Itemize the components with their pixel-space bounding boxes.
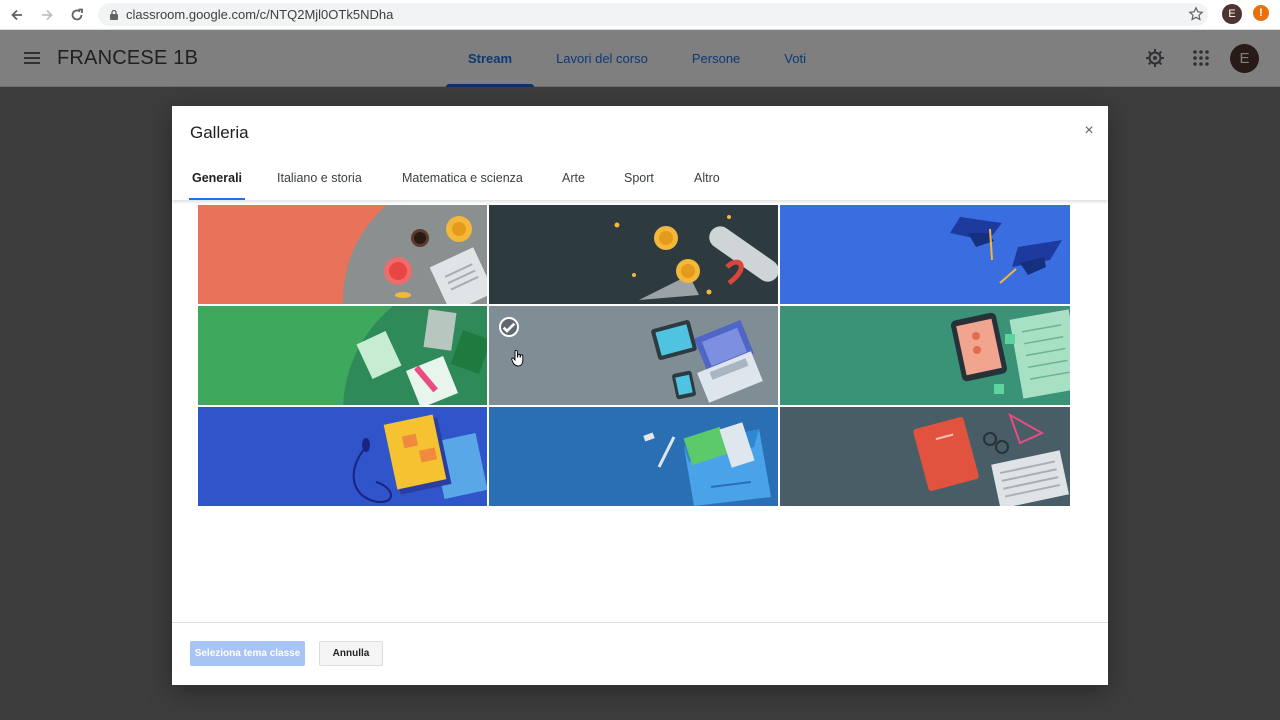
back-icon[interactable] bbox=[4, 2, 30, 28]
tab-arte[interactable]: Arte bbox=[562, 156, 585, 200]
hand-cursor-icon bbox=[511, 349, 524, 367]
select-theme-button[interactable]: Seleziona tema classe bbox=[190, 641, 305, 666]
theme-tile-diploma-and-coins[interactable] bbox=[489, 205, 778, 304]
reload-icon[interactable] bbox=[64, 2, 90, 28]
tea-and-books-illustration bbox=[343, 205, 487, 304]
address-bar[interactable]: classroom.google.com/c/NTQ2Mjl0OTk5NDha bbox=[98, 3, 1208, 26]
lock-icon bbox=[110, 9, 118, 20]
notebooks-green-illustration bbox=[343, 306, 487, 405]
close-icon[interactable]: × bbox=[1080, 122, 1098, 140]
gallery-tabs: Generali Italiano e storia Matematica e … bbox=[172, 156, 1108, 200]
footer-divider bbox=[172, 622, 1108, 623]
bookmark-star-icon[interactable] bbox=[1188, 6, 1204, 22]
phone-and-papers-illustration bbox=[950, 309, 1070, 399]
selected-check-icon bbox=[499, 317, 519, 337]
tab-sport[interactable]: Sport bbox=[624, 156, 654, 200]
headphones-and-book-illustration bbox=[352, 414, 487, 504]
gallery-dialog: Galleria × Generali Italiano e storia Ma… bbox=[172, 106, 1108, 685]
theme-tile-red-book-and-newspaper[interactable] bbox=[780, 407, 1070, 506]
theme-tile-backpack[interactable] bbox=[489, 407, 778, 506]
tab-italiano-e-storia[interactable]: Italiano e storia bbox=[277, 156, 362, 200]
browser-profile-avatar[interactable]: E bbox=[1222, 4, 1242, 24]
theme-tile-notebooks-green[interactable] bbox=[198, 306, 487, 405]
browser-toolbar: classroom.google.com/c/NTQ2Mjl0OTk5NDha … bbox=[0, 0, 1280, 30]
tab-matematica-e-scienza[interactable]: Matematica e scienza bbox=[402, 156, 523, 200]
cancel-button[interactable]: Annulla bbox=[319, 641, 383, 666]
graduation-caps-illustration bbox=[950, 217, 1062, 284]
theme-grid bbox=[197, 204, 1070, 506]
theme-tile-tea-and-books[interactable] bbox=[197, 204, 488, 305]
dialog-title: Galleria bbox=[190, 123, 249, 142]
update-alert-icon[interactable]: ! bbox=[1253, 5, 1269, 21]
laptop-and-tablet-illustration bbox=[651, 319, 763, 403]
theme-tile-headphones-and-book[interactable] bbox=[198, 407, 487, 506]
diploma-and-coins-illustration bbox=[614, 215, 778, 300]
tab-generali[interactable]: Generali bbox=[188, 156, 246, 200]
theme-tile-laptop-and-tablet[interactable] bbox=[489, 306, 778, 405]
backpack-illustration bbox=[643, 422, 771, 506]
forward-icon[interactable] bbox=[34, 2, 60, 28]
url-text: classroom.google.com/c/NTQ2Mjl0OTk5NDha bbox=[126, 7, 394, 22]
tab-altro[interactable]: Altro bbox=[694, 156, 720, 200]
theme-tile-graduation-caps[interactable] bbox=[780, 205, 1070, 304]
red-book-and-newspaper-illustration bbox=[913, 412, 1070, 506]
theme-tile-phone-and-papers[interactable] bbox=[780, 306, 1070, 405]
